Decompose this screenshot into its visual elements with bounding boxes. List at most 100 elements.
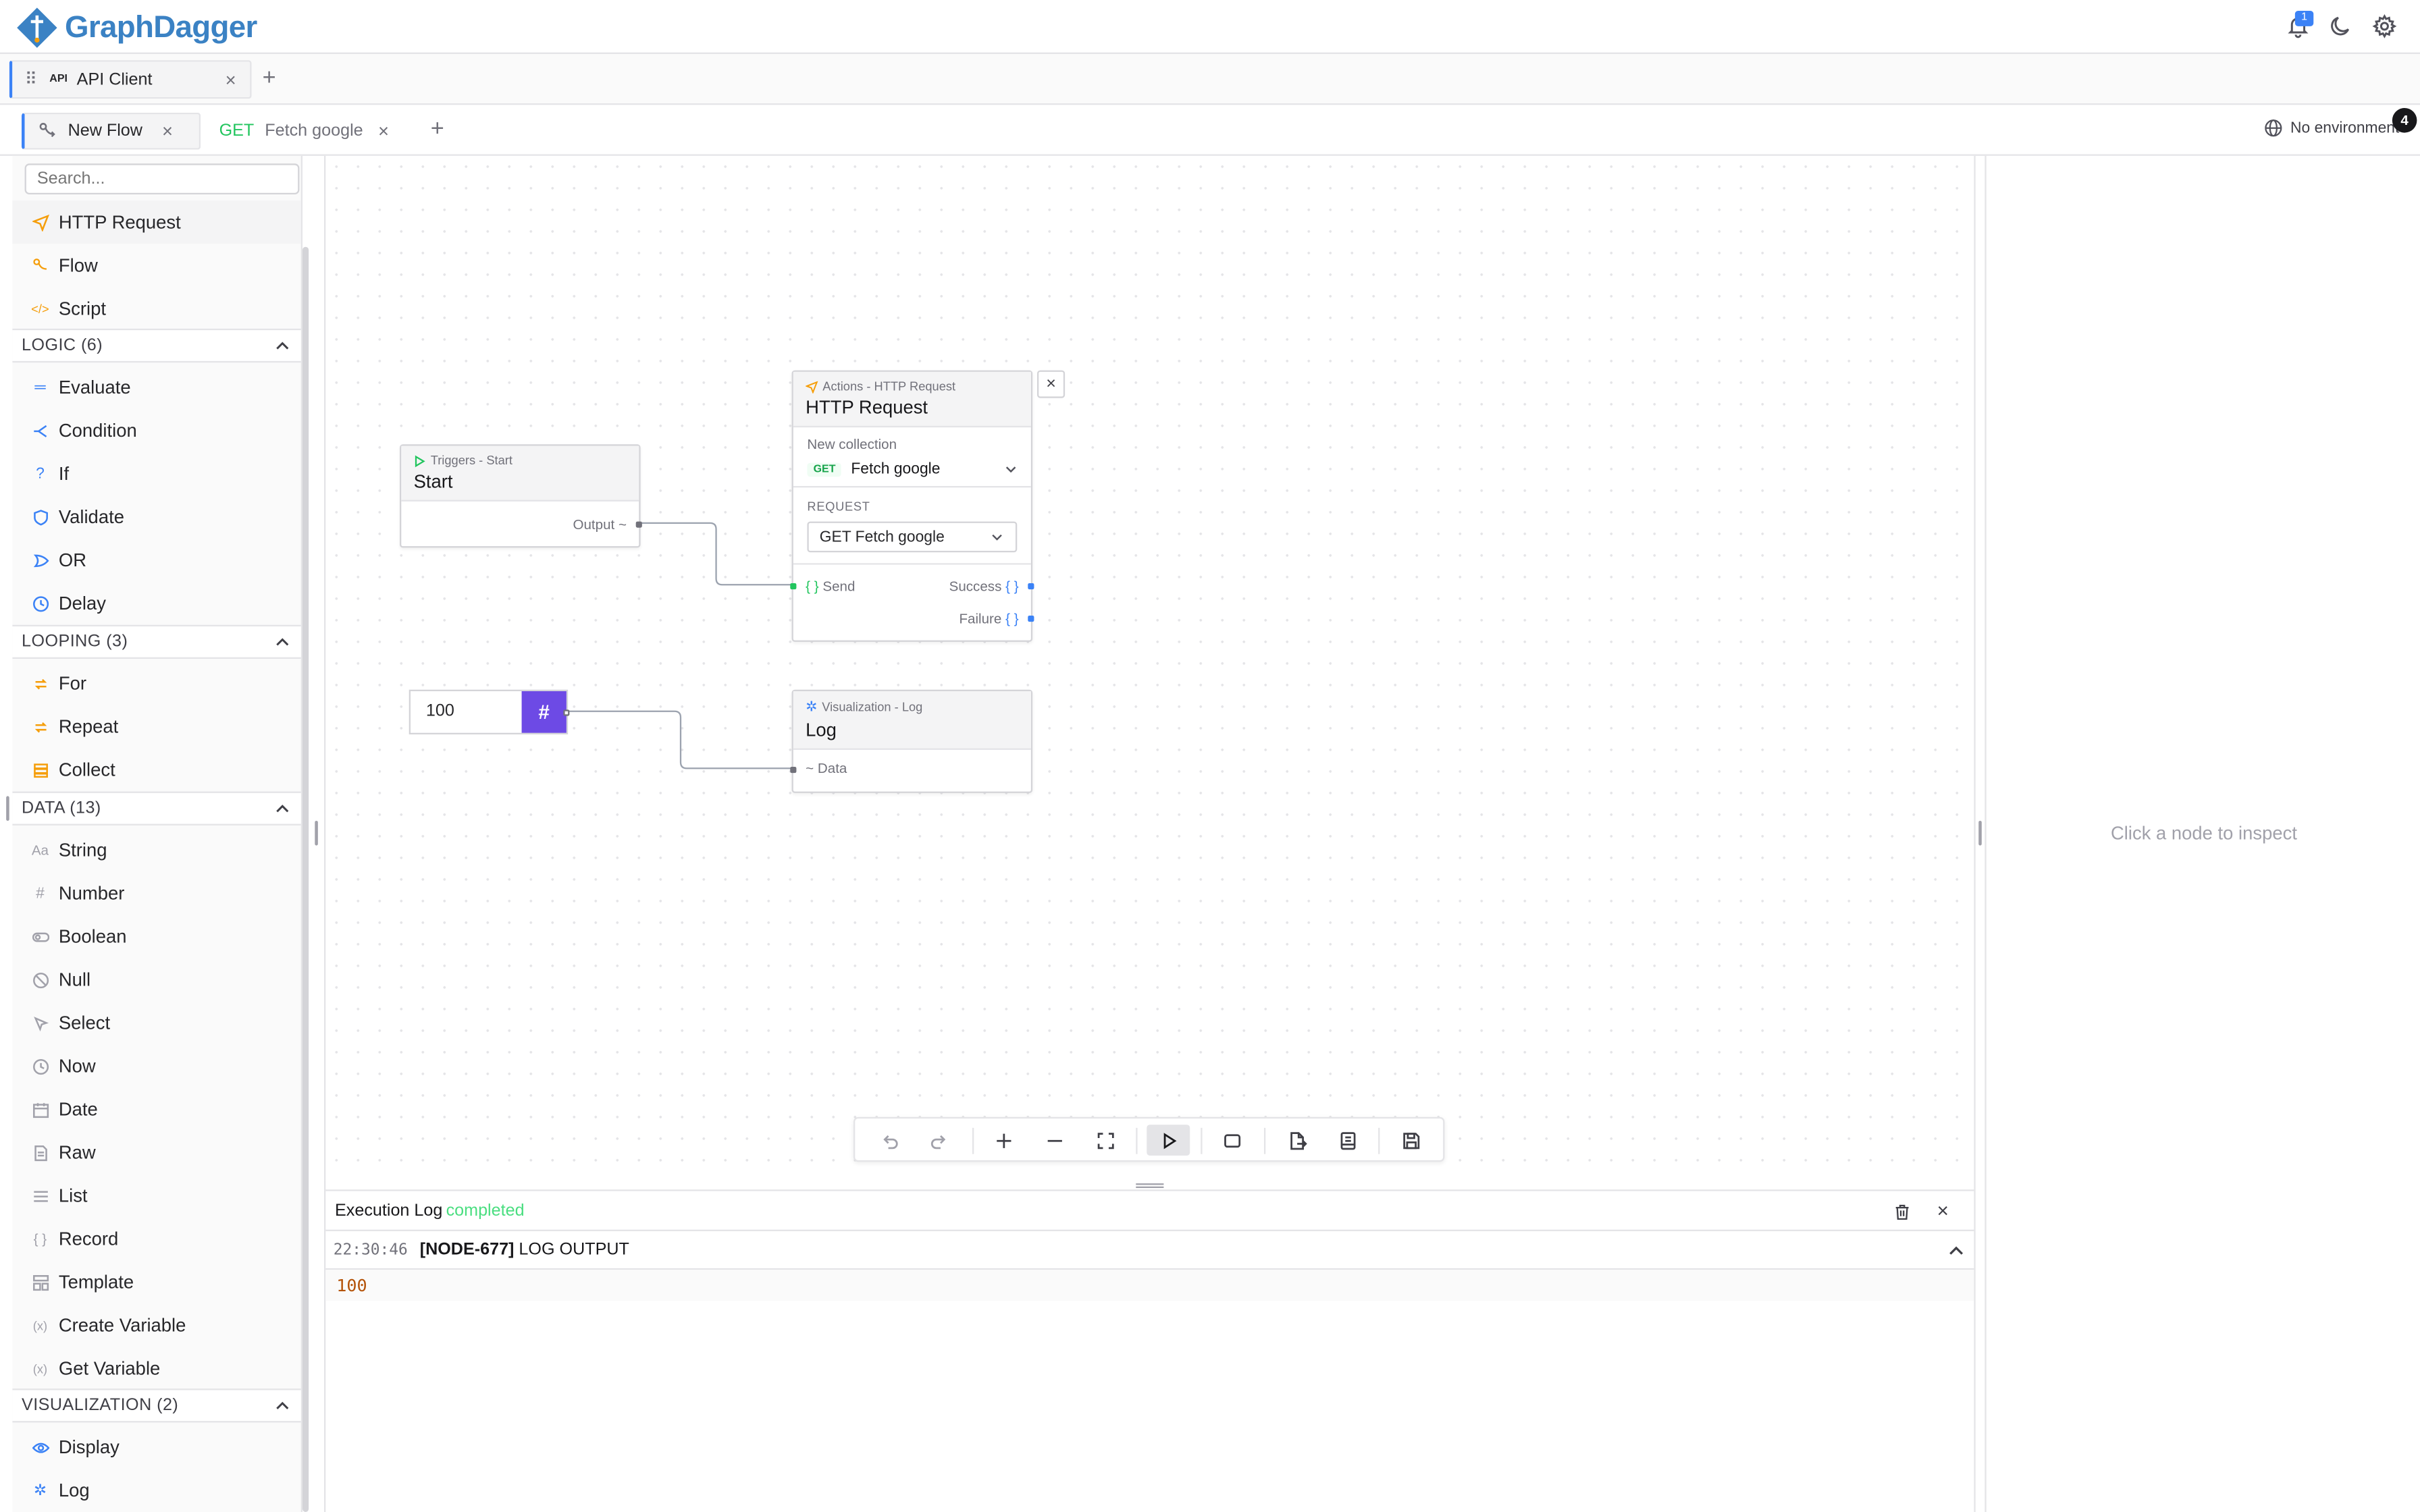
- palette-item-null[interactable]: Null: [12, 958, 300, 1001]
- redo-icon: [930, 1134, 945, 1149]
- delete-node-button[interactable]: ×: [1037, 370, 1066, 398]
- zoom-out-button[interactable]: [1032, 1125, 1076, 1156]
- section-logic-header[interactable]: LOGIC (6): [12, 328, 301, 363]
- close-icon[interactable]: ×: [226, 69, 236, 90]
- redo-button[interactable]: [917, 1125, 960, 1156]
- palette-item-repeat[interactable]: Repeat: [12, 705, 300, 749]
- port-input-data[interactable]: [790, 767, 797, 774]
- node-start[interactable]: Triggers - Start Start Output ~: [400, 444, 642, 548]
- palette-item-label: Record: [58, 1228, 119, 1250]
- inspector-hint: Click a node to inspect: [2111, 822, 2297, 844]
- chevron-up-icon[interactable]: [275, 634, 290, 649]
- palette-item-label: Date: [58, 1098, 98, 1120]
- section-title: LOOPING (3): [22, 632, 128, 651]
- log-entry[interactable]: 22:30:46 [NODE-677] LOG OUTPUT: [325, 1231, 1974, 1270]
- output-port-text: Output: [573, 516, 615, 533]
- node-log[interactable]: ✲ Visualization - Log Log ~ Data: [790, 689, 1033, 793]
- run-button[interactable]: [1147, 1125, 1190, 1156]
- port-output[interactable]: [635, 521, 642, 528]
- palette-item-raw[interactable]: Raw: [12, 1131, 300, 1174]
- node-category: ✲ Visualization - Log: [806, 699, 1018, 716]
- node-number[interactable]: 100 #: [409, 689, 570, 734]
- shield-icon: [31, 508, 49, 526]
- notes-button[interactable]: [1325, 1125, 1369, 1156]
- search-input[interactable]: [24, 163, 300, 194]
- palette-item-record[interactable]: { } Record: [12, 1217, 300, 1260]
- palette-item-condition[interactable]: Condition: [12, 409, 300, 452]
- port-output-success[interactable]: [1028, 583, 1034, 590]
- gear-icon[interactable]: [2372, 14, 2397, 39]
- stop-button[interactable]: [1210, 1125, 1253, 1156]
- environment-selector[interactable]: No environment: [2264, 119, 2399, 137]
- canvas-resize-handle[interactable]: [315, 821, 318, 846]
- close-icon[interactable]: ×: [1937, 1199, 1949, 1222]
- save-button[interactable]: [1389, 1125, 1432, 1156]
- palette-item-get-variable[interactable]: (x) Get Variable: [12, 1347, 300, 1390]
- chevron-down-icon: [992, 534, 1002, 541]
- palette-item-label: Flow: [58, 254, 98, 277]
- moon-icon[interactable]: [2329, 14, 2354, 39]
- chevron-up-icon[interactable]: [275, 1398, 290, 1413]
- section-looping-header[interactable]: LOOPING (3): [12, 624, 301, 659]
- export-button[interactable]: [1275, 1125, 1318, 1156]
- palette-item-template[interactable]: Template: [12, 1260, 300, 1303]
- success-port-text: Success: [949, 578, 1002, 595]
- request-select[interactable]: GET Fetch google: [807, 521, 1018, 553]
- palette-item-flow[interactable]: Flow: [12, 244, 300, 287]
- palette-item-label: Validate: [58, 506, 124, 528]
- drag-grip-icon[interactable]: ⠿: [25, 70, 37, 89]
- node-http-request[interactable]: Actions - HTTP Request HTTP Request New …: [790, 370, 1034, 642]
- port-output-failure[interactable]: [1028, 616, 1034, 622]
- flow-tab-fetch-google[interactable]: GET Fetch google ×: [219, 113, 402, 150]
- close-icon[interactable]: ×: [162, 120, 173, 142]
- section-data-header[interactable]: DATA (13): [12, 791, 301, 826]
- palette-item-or[interactable]: OR: [12, 539, 300, 582]
- number-value[interactable]: 100: [426, 702, 454, 720]
- palette-item-number[interactable]: # Number: [12, 871, 300, 915]
- palette-item-now[interactable]: Now: [12, 1044, 300, 1087]
- add-flow-tab-button[interactable]: +: [431, 115, 444, 142]
- node-header: ✲ Visualization - Log Log: [793, 691, 1031, 750]
- app-tab-api-client[interactable]: ⠿ API API Client ×: [9, 60, 252, 99]
- palette-item-script[interactable]: </> Script: [12, 287, 300, 330]
- palette-item-delay[interactable]: Delay: [12, 582, 300, 625]
- sidebar-scrollbar[interactable]: [302, 246, 309, 1512]
- palette-item-for[interactable]: For: [12, 662, 300, 705]
- undo-button[interactable]: [868, 1125, 911, 1156]
- close-icon[interactable]: ×: [378, 120, 389, 142]
- endpoint-select[interactable]: GET Fetch google: [807, 457, 1020, 482]
- palette-item-validate[interactable]: Validate: [12, 495, 300, 539]
- palette-item-log[interactable]: ✲ Log: [12, 1469, 300, 1512]
- trash-icon[interactable]: [1894, 1204, 1911, 1220]
- palette-item-display[interactable]: Display: [12, 1426, 300, 1469]
- palette-item-date[interactable]: Date: [12, 1087, 300, 1131]
- app-tab-bar: ⠿ API API Client × +: [0, 54, 2420, 105]
- port-output[interactable]: [563, 709, 570, 716]
- palette-item-string[interactable]: Aa String: [12, 828, 300, 871]
- port-input-send[interactable]: [790, 583, 797, 590]
- sidebar-resize-handle[interactable]: [6, 796, 9, 821]
- fit-view-button[interactable]: [1084, 1125, 1127, 1156]
- section-visualization-header[interactable]: VISUALIZATION (2): [12, 1388, 301, 1423]
- palette-item-boolean[interactable]: Boolean: [12, 915, 300, 958]
- log-panel-resize-handle[interactable]: [1136, 1183, 1164, 1189]
- chevron-up-icon[interactable]: [275, 801, 290, 816]
- zoom-in-button[interactable]: [982, 1125, 1025, 1156]
- palette-item-if[interactable]: ? If: [12, 452, 300, 495]
- palette-item-create-variable[interactable]: (x) Create Variable: [12, 1303, 300, 1347]
- palette-item-collect[interactable]: Collect: [12, 749, 300, 792]
- flow-canvas[interactable]: [324, 155, 1976, 1181]
- brand-logo[interactable]: GraphDagger: [16, 6, 257, 49]
- divider: [793, 486, 1031, 488]
- square-icon: [1224, 1133, 1240, 1148]
- palette-item-select[interactable]: Select: [12, 1001, 300, 1044]
- flow-tab-new-flow[interactable]: New Flow ×: [22, 112, 201, 150]
- palette-item-evaluate[interactable]: ═ Evaluate: [12, 366, 300, 409]
- chevron-up-icon[interactable]: [1948, 1242, 1965, 1259]
- log-node-id: [NODE-677]: [419, 1240, 515, 1260]
- inspector-resize-handle[interactable]: [1978, 821, 1982, 846]
- palette-item-http-request[interactable]: HTTP Request: [12, 200, 301, 244]
- chevron-up-icon[interactable]: [275, 338, 290, 354]
- add-app-tab-button[interactable]: +: [263, 65, 276, 91]
- palette-item-list[interactable]: List: [12, 1174, 300, 1217]
